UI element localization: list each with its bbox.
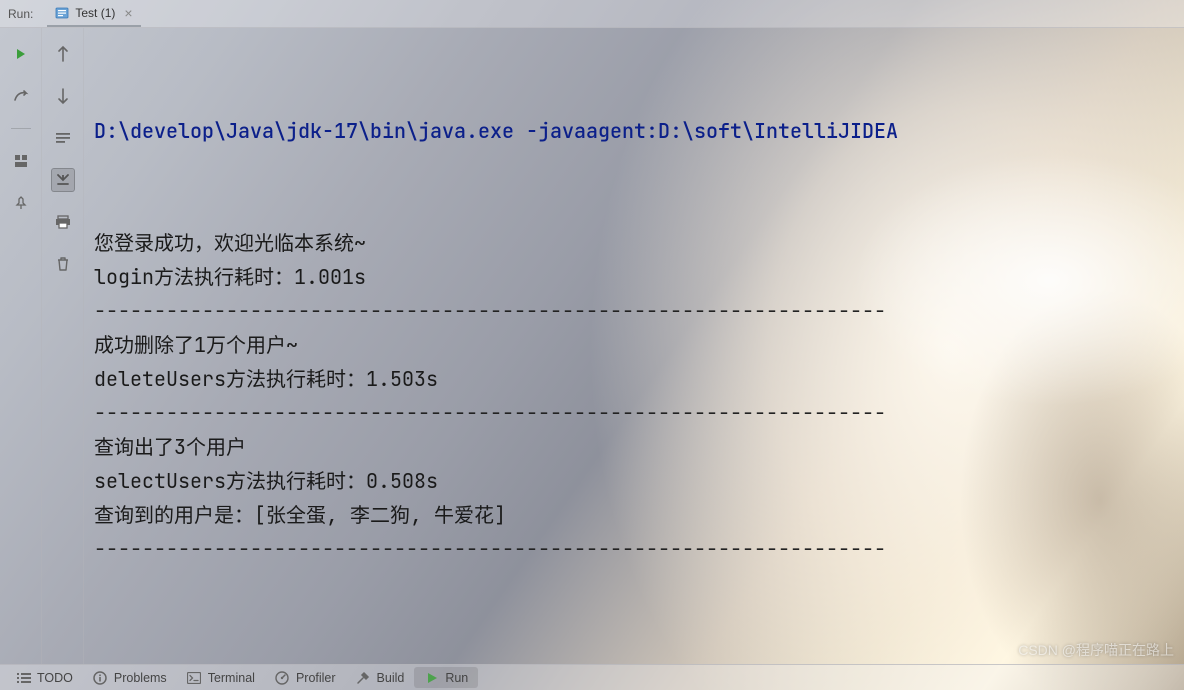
info-icon	[93, 670, 108, 685]
gutter-secondary	[42, 28, 84, 664]
rerun-button[interactable]	[9, 42, 33, 66]
run-label: Run:	[8, 7, 33, 21]
app-icon	[55, 6, 69, 20]
bottom-label: Problems	[114, 671, 167, 685]
soft-wrap-button[interactable]	[51, 126, 75, 150]
bottom-label: TODO	[37, 671, 73, 685]
run-tool-header: Run: Test (1) ×	[0, 0, 1184, 28]
console-lines: 您登录成功，欢迎光临本系统~login方法执行耗时：1.001s--------…	[94, 226, 1176, 566]
hammer-icon	[356, 670, 371, 685]
bottom-item-profiler[interactable]: Profiler	[265, 667, 346, 688]
command-line: D:\develop\Java\jdk-17\bin\java.exe -jav…	[94, 114, 1176, 148]
scroll-to-end-button[interactable]	[51, 168, 75, 192]
gutter-primary	[0, 28, 42, 664]
scroll-down-button[interactable]	[51, 84, 75, 108]
run-tab-test[interactable]: Test (1) ×	[47, 1, 140, 27]
bottom-label: Run	[445, 671, 468, 685]
tab-label: Test (1)	[75, 6, 115, 20]
bottom-label: Profiler	[296, 671, 336, 685]
gauge-icon	[275, 670, 290, 685]
scroll-up-button[interactable]	[51, 42, 75, 66]
list-icon	[16, 670, 31, 685]
bottom-tool-bar: TODO Problems Terminal Profiler Build Ru…	[0, 664, 1184, 690]
layout-button[interactable]	[9, 149, 33, 173]
print-button[interactable]	[51, 210, 75, 234]
bottom-item-run[interactable]: Run	[414, 667, 478, 688]
bottom-item-build[interactable]: Build	[346, 667, 415, 688]
bottom-item-terminal[interactable]: Terminal	[177, 667, 265, 688]
console-output[interactable]: D:\develop\Java\jdk-17\bin\java.exe -jav…	[84, 28, 1184, 664]
run-tool-body: D:\develop\Java\jdk-17\bin\java.exe -jav…	[0, 28, 1184, 664]
close-tab-icon[interactable]: ×	[124, 5, 132, 21]
bottom-label: Build	[377, 671, 405, 685]
settings-button[interactable]	[9, 84, 33, 108]
bottom-item-todo[interactable]: TODO	[6, 667, 83, 688]
terminal-icon	[187, 670, 202, 685]
bottom-label: Terminal	[208, 671, 255, 685]
bottom-item-problems[interactable]: Problems	[83, 667, 177, 688]
gutter-separator	[11, 128, 31, 129]
clear-button[interactable]	[51, 252, 75, 276]
pin-button[interactable]	[9, 191, 33, 215]
play-icon	[424, 670, 439, 685]
